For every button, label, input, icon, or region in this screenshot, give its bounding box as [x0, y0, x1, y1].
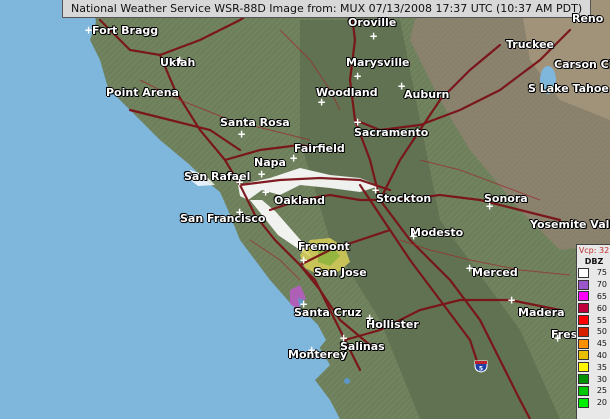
city-marker: +: [308, 343, 316, 357]
city-label-stockton: Stockton: [376, 192, 432, 205]
interstate-shield-icon: 5: [474, 360, 488, 373]
city-label-truckee: Truckee: [506, 38, 555, 51]
legend-color-swatch: [578, 374, 589, 385]
legend-level-value: 45: [596, 339, 607, 349]
legend-color-swatch: [578, 279, 589, 290]
city-marker: +: [554, 331, 562, 345]
legend-level-value: 65: [596, 291, 607, 301]
city-label-point-arena: Point Arena: [106, 86, 179, 99]
city-marker: +: [508, 293, 516, 307]
legend-level-value: 70: [596, 280, 607, 290]
legend-color-swatch: [578, 338, 589, 349]
legend-level-row: 50: [577, 326, 610, 338]
legend-level-row: 25: [577, 385, 610, 397]
city-marker: +: [290, 151, 298, 165]
legend-level-value: 60: [596, 303, 607, 313]
city-label-yosemite-valley: Yosemite Valley: [530, 218, 610, 231]
legend-color-swatch: [578, 267, 589, 278]
legend-color-swatch: [578, 362, 589, 373]
city-label-fort-bragg: Fort Bragg: [92, 24, 159, 37]
legend-level-row: 30: [577, 373, 610, 385]
city-marker: +: [372, 183, 380, 197]
city-label-carson-city: Carson City: [554, 58, 610, 71]
dbz-unit-label: DBZ: [584, 257, 604, 266]
legend-level-value: 25: [596, 386, 607, 396]
city-marker: +: [262, 185, 270, 199]
legend-level-value: 55: [596, 315, 607, 325]
city-marker: +: [300, 253, 308, 267]
city-marker: +: [410, 229, 418, 243]
city-label-monterey: Monterey: [288, 348, 348, 361]
city-label-reno: Reno: [572, 12, 604, 25]
city-label-madera: Madera: [518, 306, 565, 319]
reflectivity-legend: Vcp: 32 DBZ 75 70 65 60 55 50 45 40 35 30 25 20: [576, 244, 610, 419]
legend-level-value: 20: [596, 398, 607, 408]
city-marker: +: [318, 95, 326, 109]
city-marker: +: [258, 167, 266, 181]
city-label-south-lake-tahoe: S Lake Tahoe: [528, 82, 609, 95]
city-marker: +: [354, 115, 362, 129]
legend-level-row: 55: [577, 314, 610, 326]
legend-color-swatch: [578, 303, 589, 314]
city-label-merced: Merced: [472, 266, 518, 279]
city-marker: +: [486, 199, 494, 213]
city-label-san-jose: San Jose: [314, 266, 367, 279]
legend-level-row: 65: [577, 291, 610, 303]
city-marker: +: [238, 127, 246, 141]
legend-level-row: 60: [577, 302, 610, 314]
legend-color-swatch: [578, 291, 589, 302]
city-marker: +: [366, 311, 374, 325]
legend-level-row: 35: [577, 361, 610, 373]
legend-level-value: 75: [596, 268, 607, 278]
city-marker: +: [466, 261, 474, 275]
city-label-auburn: Auburn: [404, 88, 450, 101]
radar-map: National Weather Service WSR-88D Image f…: [0, 0, 610, 419]
legend-color-swatch: [578, 385, 589, 396]
legend-levels: 75 70 65 60 55 50 45 40 35 30 25 20: [577, 267, 610, 409]
city-marker: +: [85, 23, 93, 37]
city-label-marysville: Marysville: [346, 56, 410, 69]
legend-level-value: 30: [596, 374, 607, 384]
legend-level-value: 50: [596, 327, 607, 337]
legend-color-swatch: [578, 315, 589, 326]
city-label-sacramento: Sacramento: [354, 126, 429, 139]
city-marker: +: [398, 79, 406, 93]
legend-level-row: 75: [577, 267, 610, 279]
city-label-oakland: Oakland: [274, 194, 325, 207]
city-marker: +: [354, 69, 362, 83]
city-label-hollister: Hollister: [366, 318, 419, 331]
city-label-santa-rosa: Santa Rosa: [220, 116, 290, 129]
legend-level-value: 40: [596, 350, 607, 360]
legend-color-swatch: [578, 350, 589, 361]
city-label-oroville: Oroville: [348, 16, 397, 29]
legend-level-row: 70: [577, 279, 610, 291]
vcp-label: Vcp: 32: [578, 246, 610, 255]
city-label-san-francisco: San Francisco: [180, 212, 266, 225]
legend-level-value: 35: [596, 362, 607, 372]
interstate-shield-label: 5: [479, 366, 483, 373]
city-label-fremont: Fremont: [298, 240, 350, 253]
legend-color-swatch: [578, 397, 589, 408]
city-label-woodland: Woodland: [316, 86, 378, 99]
city-marker: +: [176, 53, 184, 67]
city-marker: +: [236, 175, 244, 189]
city-marker: +: [236, 205, 244, 219]
legend-level-row: 45: [577, 338, 610, 350]
legend-level-row: 40: [577, 350, 610, 362]
city-marker: +: [340, 331, 348, 345]
legend-color-swatch: [578, 326, 589, 337]
city-label-fairfield: Fairfield: [294, 142, 345, 155]
city-marker: +: [370, 29, 378, 43]
city-marker: +: [300, 297, 308, 311]
city-label-modesto: Modesto: [410, 226, 464, 239]
legend-level-row: 20: [577, 397, 610, 409]
radar-image-title: National Weather Service WSR-88D Image f…: [62, 0, 592, 18]
